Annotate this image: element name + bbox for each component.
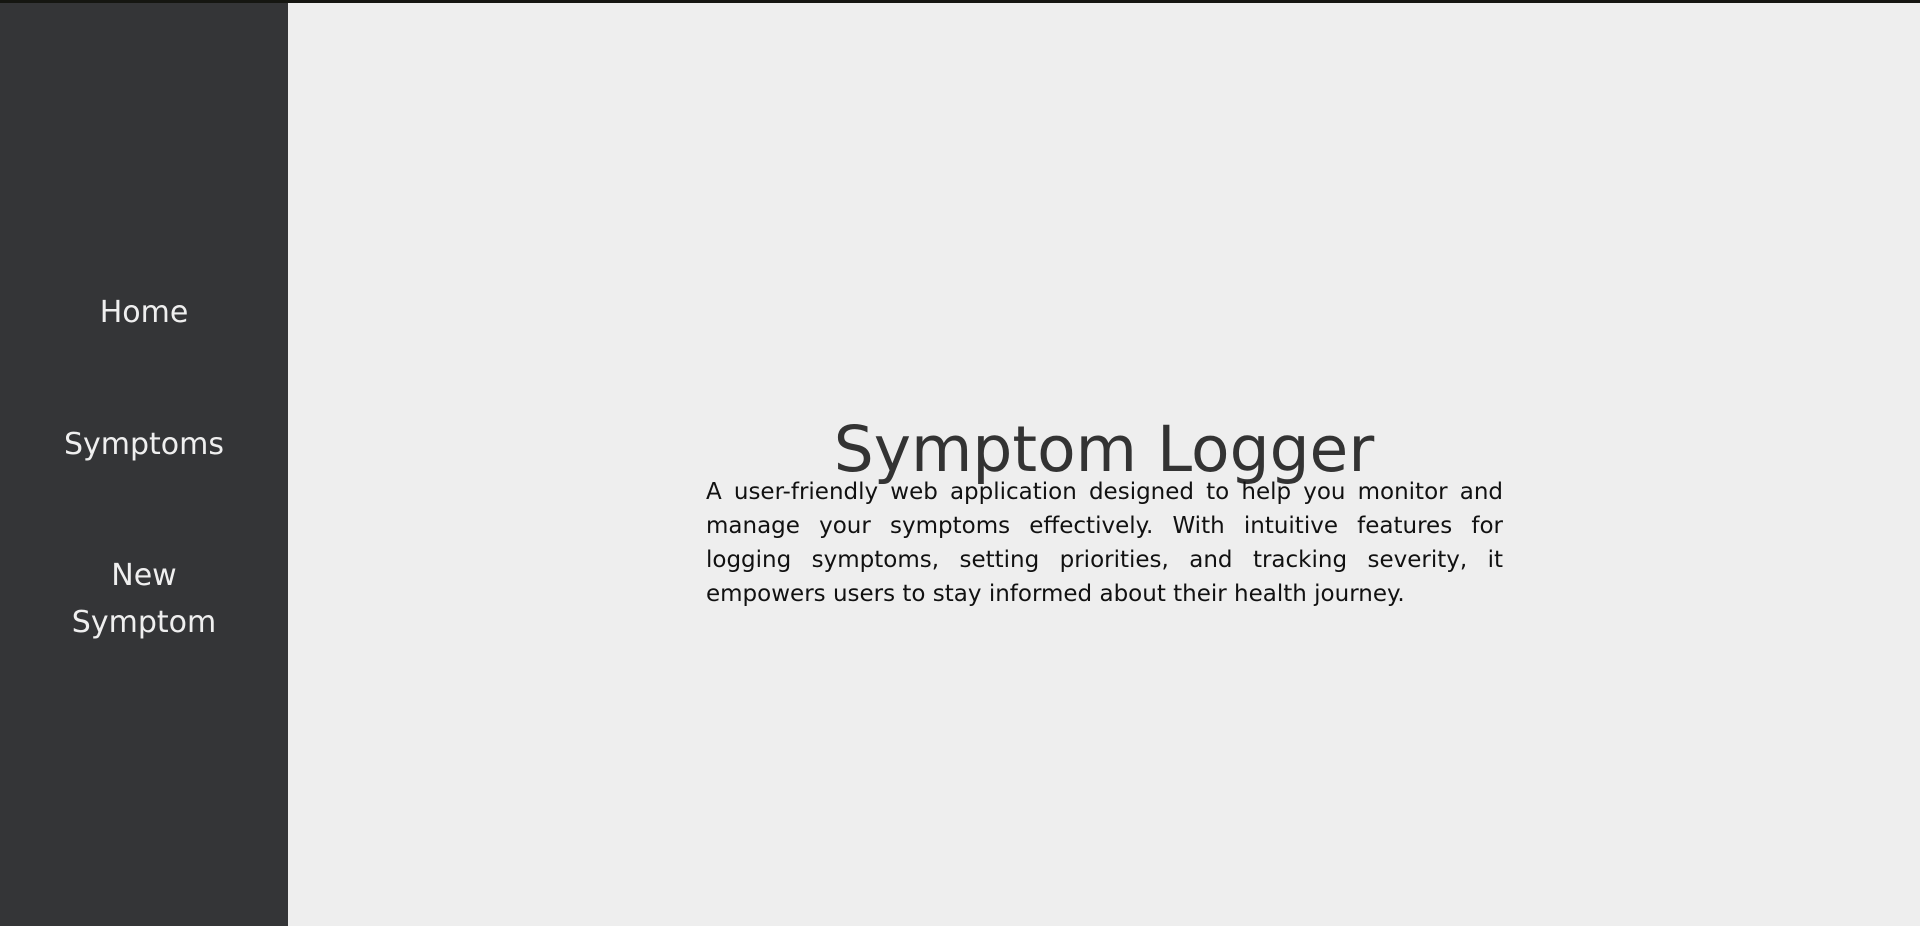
sidebar-item-new-symptom[interactable]: New Symptom [0,552,288,646]
app-description: A user-friendly web application designed… [706,479,1503,607]
main-content: Symptom Logger A user-friendly web appli… [288,3,1920,926]
sidebar-item-symptoms[interactable]: Symptoms [0,421,288,468]
sidebar-item-home[interactable]: Home [0,289,288,336]
sidebar-nav: Home Symptoms New Symptom [0,3,288,926]
